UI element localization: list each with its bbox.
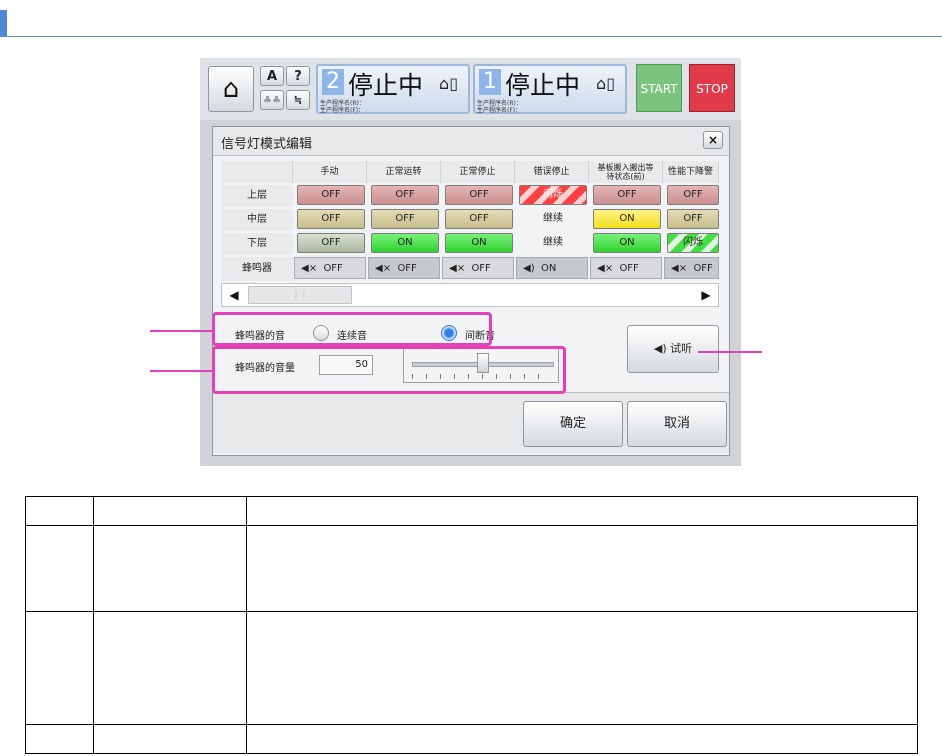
section-header-bar	[0, 0, 942, 37]
help-button[interactable]: ?	[286, 66, 310, 86]
table-row	[25, 496, 918, 526]
start-button[interactable]: START	[636, 64, 682, 112]
buzzer-cell[interactable]: ◀× OFF	[368, 257, 440, 279]
lamp-cell[interactable]: OFF	[593, 185, 661, 205]
house-doc-icon: ⌂▯	[596, 74, 615, 93]
callout-line-2	[150, 370, 212, 372]
horizontal-scrollbar[interactable]: ◀ ⋮⋮ ▶	[221, 283, 719, 307]
callout-line-3	[698, 351, 762, 353]
speaker-icon: ◀)	[653, 342, 667, 355]
lamp-cell[interactable]: OFF	[297, 185, 365, 205]
screenshot-figure: ⌂ A ? ♣♣ ≒ 2 停止中 ⌂▯ 生产程序名(R)： 生产程序名(F)： …	[200, 58, 741, 466]
col-header: 基板搬入搬出等 待状态(前)	[589, 161, 663, 183]
lane-2-status[interactable]: 2 停止中 ⌂▯ 生产程序名(R)： 生产程序名(F)：	[316, 64, 470, 114]
lamp-cell[interactable]: OFF	[371, 209, 439, 229]
lamp-cell[interactable]: OFF	[445, 209, 513, 229]
lane-status-text: 停止中	[505, 71, 581, 100]
highlight-buzzer-volume	[212, 346, 566, 394]
scroll-left-arrow-icon[interactable]: ◀	[223, 285, 245, 305]
program-name-r: 生产程序名(R)：	[477, 100, 522, 107]
users-icon[interactable]: ♣♣	[260, 90, 284, 110]
lane-number: 2	[322, 69, 344, 95]
dialog-title: 信号灯模式编辑	[221, 137, 313, 152]
lamp-cell[interactable]: 继续	[519, 233, 587, 253]
col-header: 手动	[293, 161, 367, 183]
program-name-r: 生产程序名(R)：	[320, 100, 365, 107]
lane-1-status[interactable]: 1 停止中 ⌂▯ 生产程序名(R)： 生产程序名(F)：	[473, 64, 627, 114]
transfer-icon[interactable]: ≒	[286, 90, 310, 110]
lamp-cell[interactable]: OFF	[297, 209, 365, 229]
cancel-button[interactable]: 取消	[627, 401, 727, 447]
callout-line-1	[150, 330, 212, 332]
program-name-f: 生产程序名(F)：	[477, 107, 522, 114]
row-label: 上层	[221, 185, 293, 207]
dialog-titlebar: 信号灯模式编辑 ×	[213, 127, 729, 156]
house-doc-icon: ⌂▯	[439, 74, 458, 93]
close-button[interactable]: ×	[703, 131, 723, 149]
buzzer-cell[interactable]: ◀× OFF	[664, 257, 719, 279]
table-row	[25, 611, 918, 725]
lamp-cell[interactable]: 继续	[519, 209, 587, 229]
row-label: 蜂鸣器	[221, 257, 293, 281]
machine-header: ⌂ A ? ♣♣ ≒ 2 停止中 ⌂▯ 生产程序名(R)： 生产程序名(F)： …	[200, 58, 741, 120]
speaker-on-icon: ◀)	[523, 263, 535, 274]
buzzer-cell[interactable]: ◀× OFF	[294, 257, 366, 279]
lamp-cell[interactable]: ON	[593, 233, 661, 253]
lamp-cell[interactable]: OFF	[445, 185, 513, 205]
program-name-f: 生产程序名(F)：	[320, 107, 365, 114]
lamp-cell[interactable]: OFF	[297, 233, 365, 253]
lane-number: 1	[479, 69, 501, 95]
lamp-cell[interactable]: ON	[593, 209, 661, 229]
stop-button[interactable]: STOP	[689, 64, 735, 112]
scroll-thumb[interactable]: ⋮⋮	[248, 286, 352, 304]
section-accent-mark	[0, 10, 7, 36]
scroll-right-arrow-icon[interactable]: ▶	[695, 285, 717, 305]
table-row	[25, 724, 918, 754]
a-button[interactable]: A	[260, 66, 284, 86]
description-table	[25, 496, 918, 754]
lamp-cell[interactable]: 闪烁	[667, 233, 719, 253]
dialog-footer: 确定 取消	[213, 392, 729, 453]
lamp-cell[interactable]: ON	[371, 233, 439, 253]
table-row	[25, 525, 918, 612]
lamp-cell[interactable]: OFF	[371, 185, 439, 205]
row-label: 中层	[221, 209, 293, 231]
home-icon: ⌂	[222, 74, 240, 104]
speaker-muted-icon: ◀×	[671, 263, 688, 274]
col-header: 性能下降警	[663, 161, 719, 183]
col-header: 错误停止	[515, 161, 589, 183]
speaker-muted-icon: ◀×	[597, 263, 614, 274]
row-label: 下层	[221, 233, 293, 255]
highlight-buzzer-sound	[212, 312, 492, 346]
ok-button[interactable]: 确定	[523, 401, 623, 447]
lane-status-text: 停止中	[348, 71, 424, 100]
home-button[interactable]: ⌂	[208, 66, 254, 112]
buzzer-cell[interactable]: ◀) ON	[516, 257, 588, 279]
col-header: 正常停止	[441, 161, 515, 183]
speaker-muted-icon: ◀×	[449, 263, 466, 274]
buzzer-cell[interactable]: ◀× OFF	[590, 257, 662, 279]
lamp-cell[interactable]: OFF	[667, 185, 719, 205]
lamp-cell[interactable]: ON	[445, 233, 513, 253]
speaker-muted-icon: ◀×	[301, 263, 318, 274]
col-header: 正常运转	[367, 161, 441, 183]
buzzer-cell[interactable]: ◀× OFF	[442, 257, 514, 279]
lamp-cell[interactable]: 闪烁	[519, 185, 587, 205]
speaker-muted-icon: ◀×	[375, 263, 392, 274]
lamp-cell[interactable]: OFF	[667, 209, 719, 229]
listen-button[interactable]: ◀) 试听	[627, 325, 719, 373]
signal-lamp-dialog: 信号灯模式编辑 × 手动 正常运转 正常停止 错误停止 基板搬入搬出等 待状态(…	[212, 126, 730, 456]
grid-header-row: 手动 正常运转 正常停止 错误停止 基板搬入搬出等 待状态(前) 性能下降警	[221, 161, 719, 183]
